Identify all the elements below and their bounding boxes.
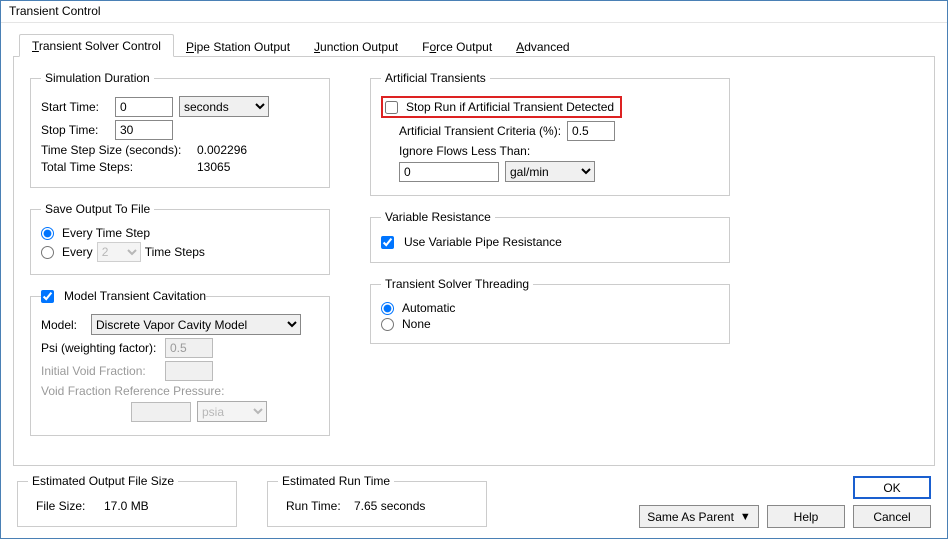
void-ref-pressure-unit: psia — [197, 401, 267, 422]
void-ref-pressure-label: Void Fraction Reference Pressure: — [41, 384, 224, 398]
cavitation-model-label: Model: — [41, 318, 85, 332]
criteria-label: Artificial Transient Criteria (%): — [399, 124, 561, 138]
void-fraction-input — [165, 361, 213, 381]
threading-none-radio[interactable] — [381, 318, 394, 331]
stop-time-input[interactable] — [115, 120, 173, 140]
simulation-duration-group: Simulation Duration Start Time: seconds … — [30, 71, 330, 188]
threading-none-label: None — [402, 317, 431, 331]
time-steps-label: Time Steps — [145, 245, 205, 259]
void-ref-pressure-input — [131, 402, 191, 422]
artificial-transients-group: Artificial Transients Stop Run if Artifi… — [370, 71, 730, 196]
every-time-step-radio[interactable] — [41, 227, 54, 240]
cavitation-group: Model Transient Cavitation Model: Discre… — [30, 289, 330, 436]
run-time-group: Estimated Run Time Run Time: 7.65 second… — [267, 474, 487, 527]
save-output-legend: Save Output To File — [41, 202, 154, 216]
tab-transient-solver-control[interactable]: Transient Solver Control — [19, 34, 174, 57]
start-time-input[interactable] — [115, 97, 173, 117]
window-title: Transient Control — [1, 1, 947, 23]
tab-force-output[interactable]: Force Output — [410, 36, 504, 57]
use-variable-resistance-checkbox[interactable] — [381, 236, 394, 249]
stop-run-label: Stop Run if Artificial Transient Detecte… — [406, 100, 614, 114]
transient-control-window: Transient Control Transient Solver Contr… — [0, 0, 948, 539]
threading-legend: Transient Solver Threading — [381, 277, 533, 291]
file-size-group: Estimated Output File Size File Size: 17… — [17, 474, 237, 527]
footer-area: Estimated Output File Size File Size: 17… — [13, 466, 935, 530]
tab-body: Simulation Duration Start Time: seconds … — [13, 57, 935, 466]
variable-resistance-group: Variable Resistance Use Variable Pipe Re… — [370, 210, 730, 263]
start-time-label: Start Time: — [41, 100, 109, 114]
content-area: Transient Solver Control Pipe Station Ou… — [1, 23, 947, 538]
variable-resistance-legend: Variable Resistance — [381, 210, 495, 224]
total-time-steps-value: 13065 — [197, 160, 230, 174]
cavitation-model-select[interactable]: Discrete Vapor Cavity Model — [91, 314, 301, 335]
tabstrip: Transient Solver Control Pipe Station Ou… — [13, 33, 935, 57]
every-label: Every — [62, 245, 93, 259]
every-n-select: 2 — [97, 242, 141, 262]
run-time-value: 7.65 seconds — [354, 499, 425, 513]
ignore-flows-unit-select[interactable]: gal/min — [505, 161, 595, 182]
run-time-legend: Estimated Run Time — [278, 474, 394, 488]
tab-advanced[interactable]: Advanced — [504, 36, 581, 57]
tab-junction-output[interactable]: Junction Output — [302, 36, 410, 57]
every-time-step-label: Every Time Step — [62, 226, 150, 240]
stop-time-label: Stop Time: — [41, 123, 109, 137]
criteria-input[interactable] — [567, 121, 615, 141]
dropdown-icon: ▼ — [740, 511, 751, 523]
time-step-size-label: Time Step Size (seconds): — [41, 143, 191, 157]
help-button[interactable]: Help — [767, 505, 845, 528]
ok-button[interactable]: OK — [853, 476, 931, 499]
ignore-flows-input[interactable] — [399, 162, 499, 182]
stop-run-checkbox[interactable] — [385, 101, 398, 114]
threading-group: Transient Solver Threading Automatic Non… — [370, 277, 730, 344]
tab-pipe-station-output[interactable]: Pipe Station Output — [174, 36, 302, 57]
file-size-value: 17.0 MB — [104, 499, 149, 513]
use-variable-resistance-label: Use Variable Pipe Resistance — [404, 235, 562, 249]
right-column: Artificial Transients Stop Run if Artifi… — [370, 71, 730, 451]
file-size-label: File Size: — [28, 499, 98, 513]
total-time-steps-label: Total Time Steps: — [41, 160, 191, 174]
run-time-label: Run Time: — [278, 499, 348, 513]
model-transient-cavitation-checkbox[interactable] — [41, 290, 54, 303]
threading-automatic-label: Automatic — [402, 301, 455, 315]
threading-automatic-radio[interactable] — [381, 302, 394, 315]
psi-label: Psi (weighting factor): — [41, 341, 159, 355]
every-n-radio[interactable] — [41, 246, 54, 259]
button-column: OK Same As Parent ▼ Help Cancel — [639, 474, 931, 528]
ignore-flows-label: Ignore Flows Less Than: — [399, 144, 530, 158]
artificial-transients-legend: Artificial Transients — [381, 71, 490, 85]
same-as-parent-button[interactable]: Same As Parent ▼ — [639, 505, 759, 528]
time-unit-select[interactable]: seconds — [179, 96, 269, 117]
stop-run-highlight: Stop Run if Artificial Transient Detecte… — [381, 96, 622, 118]
cancel-button[interactable]: Cancel — [853, 505, 931, 528]
simulation-duration-legend: Simulation Duration — [41, 71, 154, 85]
model-transient-cavitation-label: Model Transient Cavitation — [64, 289, 206, 303]
psi-input — [165, 338, 213, 358]
time-step-size-value: 0.002296 — [197, 143, 247, 157]
void-fraction-label: Initial Void Fraction: — [41, 364, 159, 378]
file-size-legend: Estimated Output File Size — [28, 474, 178, 488]
left-column: Simulation Duration Start Time: seconds … — [30, 71, 330, 451]
save-output-group: Save Output To File Every Time Step Ever… — [30, 202, 330, 275]
